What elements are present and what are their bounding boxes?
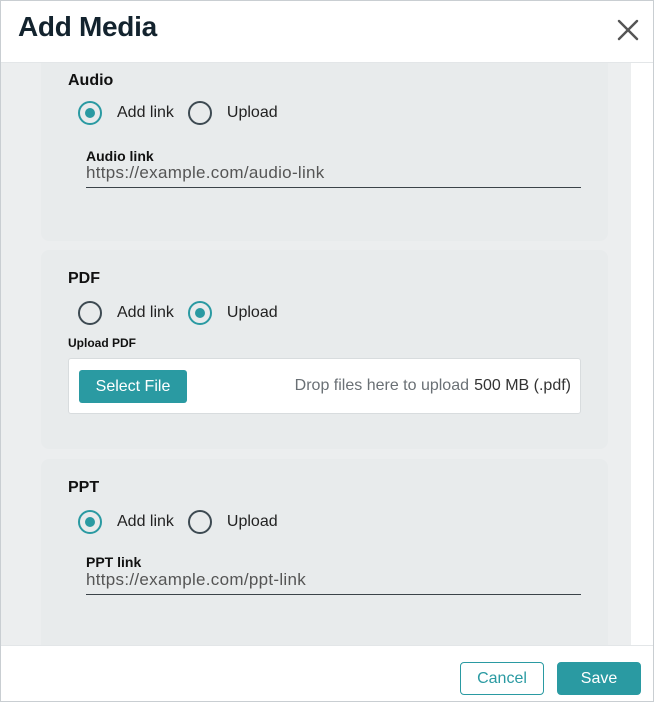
ppt-add-link-label[interactable]: Add link (117, 513, 174, 531)
pdf-upload-label[interactable]: Upload (227, 304, 278, 322)
pdf-source-radio-group: Add link Upload (78, 300, 292, 326)
add-media-dialog: Add Media Audio Add link Upload Audio li… (0, 0, 654, 702)
cancel-button[interactable]: Cancel (460, 662, 544, 695)
scrollbar[interactable] (631, 63, 653, 645)
dialog-title: Add Media (18, 11, 157, 42)
close-icon[interactable] (613, 15, 643, 45)
audio-upload-label[interactable]: Upload (227, 104, 278, 122)
ppt-add-link-radio[interactable] (78, 510, 102, 534)
pdf-section-label: PDF (68, 270, 100, 287)
select-file-button[interactable]: Select File (79, 370, 187, 403)
pdf-dropzone[interactable]: Select File Drop files here to upload 50… (68, 358, 581, 414)
ppt-card: PPT Add link Upload PPT link (41, 459, 608, 645)
ppt-upload-radio[interactable] (187, 510, 212, 534)
audio-add-link-label[interactable]: Add link (117, 104, 174, 122)
pdf-card: PDF Add link Upload Upload PDF Select Fi… (41, 250, 608, 449)
audio-card: Audio Add link Upload Audio link (41, 63, 608, 241)
scroll-content: Audio Add link Upload Audio link PDF Add… (1, 63, 631, 645)
ppt-link-input[interactable] (86, 565, 581, 595)
ppt-section-label: PPT (68, 479, 100, 496)
ppt-upload-label[interactable]: Upload (227, 513, 278, 531)
save-button[interactable]: Save (557, 662, 641, 695)
upload-pdf-label: Upload PDF (68, 336, 136, 350)
audio-link-input[interactable] (86, 158, 581, 188)
audio-upload-radio[interactable] (187, 101, 212, 125)
ppt-source-radio-group: Add link Upload (78, 509, 292, 535)
pdf-upload-radio[interactable] (187, 301, 212, 325)
dialog-header: Add Media (1, 1, 653, 63)
audio-section-label: Audio (68, 72, 114, 89)
pdf-add-link-label[interactable]: Add link (117, 304, 174, 322)
dialog-footer: Cancel Save (1, 645, 653, 701)
audio-source-radio-group: Add link Upload (78, 100, 292, 126)
file-size-limit: 500 MB (.pdf) (474, 377, 571, 394)
audio-add-link-radio[interactable] (78, 101, 102, 125)
pdf-add-link-radio[interactable] (78, 301, 102, 325)
dialog-body[interactable]: Audio Add link Upload Audio link PDF Add… (1, 63, 653, 645)
dropzone-hint: Drop files here to upload (294, 377, 469, 394)
